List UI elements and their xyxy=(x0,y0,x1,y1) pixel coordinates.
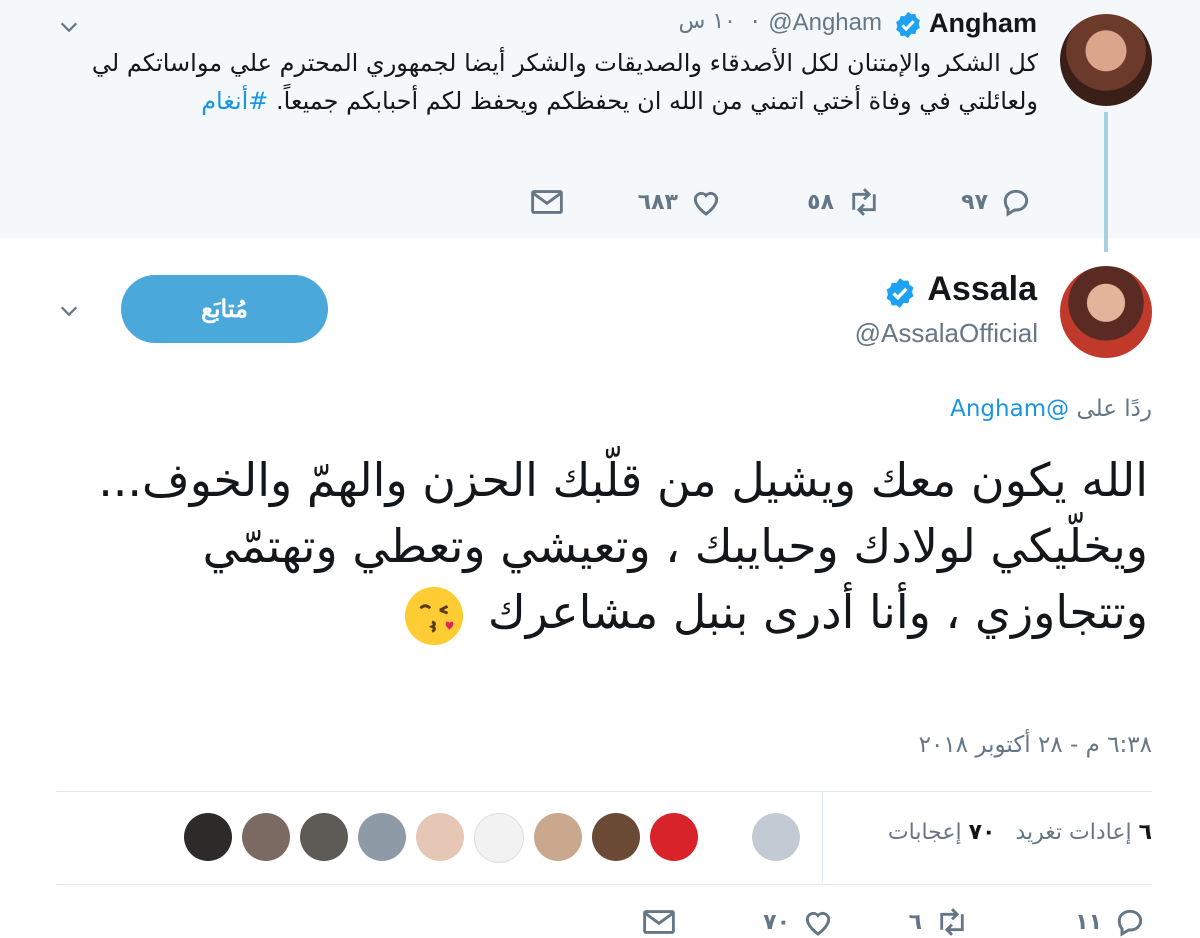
tweet-timestamp[interactable]: ٦:٣٨ م - ٢٨ أكتوبر ٢٠١٨ xyxy=(919,732,1152,758)
stats-divider xyxy=(822,792,823,882)
more-chevron-down-icon[interactable] xyxy=(58,16,80,42)
parent-dm-action[interactable] xyxy=(530,186,564,218)
parent-retweet-count: ٥٨ xyxy=(807,189,834,215)
liker-avatar[interactable] xyxy=(650,813,698,861)
reply-icon xyxy=(1117,909,1143,937)
heart-icon xyxy=(693,191,719,216)
parent-handle[interactable]: @Angham xyxy=(768,9,882,37)
hashtag-link[interactable]: #أنغام xyxy=(201,87,268,115)
engagement-stats: ٦ إعادات تغريد ٧٠ إعجابات xyxy=(888,820,1152,845)
parent-like-count: ٦٨٣ xyxy=(637,189,678,215)
liker-avatar[interactable] xyxy=(592,813,640,861)
liker-avatar[interactable] xyxy=(300,813,348,861)
main-text-body: الله يكون معك ويشيل من قلّبك الحزن والهم… xyxy=(98,453,1148,639)
thread-connector-line xyxy=(1104,112,1108,252)
parent-like-action[interactable]: ٦٨٣ xyxy=(638,186,722,218)
parent-tweet[interactable]: Angham @Angham · ١٠ س كل الشكر والإمتنان… xyxy=(0,0,1200,238)
retweet-icon xyxy=(852,188,876,216)
reply-icon xyxy=(1003,189,1029,217)
verified-badge-icon xyxy=(883,276,917,314)
separator-dot: · xyxy=(751,8,759,36)
parent-tweet-text: كل الشكر والإمتنان لكل الأصدقاء والصديقا… xyxy=(48,44,1038,120)
retweets-label: إعادات تغريد xyxy=(1015,820,1132,845)
like-action[interactable]: ٧٠ xyxy=(763,906,834,938)
verified-badge-icon xyxy=(893,10,923,44)
envelope-icon xyxy=(531,190,563,214)
liker-avatar[interactable] xyxy=(242,813,290,861)
parent-display-name[interactable]: Angham xyxy=(929,8,1037,39)
reply-count: ١١ xyxy=(1075,909,1102,935)
reply-prefix: ردًا على xyxy=(1076,396,1152,422)
parent-reply-action[interactable]: ٩٧ xyxy=(961,186,1032,218)
like-count: ٧٠ xyxy=(763,909,790,935)
replying-to: ردًا على @Angham xyxy=(950,396,1152,422)
assala-avatar[interactable] xyxy=(1060,266,1152,358)
likes-count: ٧٠ xyxy=(968,820,996,845)
likes-stat[interactable]: ٧٠ إعجابات xyxy=(888,820,996,845)
more-chevron-down-icon[interactable] xyxy=(58,300,80,326)
angham-avatar[interactable] xyxy=(1060,14,1152,106)
heart-icon xyxy=(805,911,831,936)
retweets-stat[interactable]: ٦ إعادات تغريد xyxy=(1015,820,1152,845)
retweet-count: ٦ xyxy=(908,909,922,935)
following-button[interactable]: مُتابَع xyxy=(121,275,328,343)
envelope-icon xyxy=(643,910,675,934)
liker-avatar[interactable] xyxy=(534,813,582,861)
retweet-icon xyxy=(940,908,964,936)
retweet-action[interactable]: ٦ xyxy=(909,906,970,938)
retweets-count: ٦ xyxy=(1138,820,1152,845)
main-display-name[interactable]: Assala xyxy=(927,270,1037,309)
main-handle[interactable]: @AssalaOfficial xyxy=(855,318,1038,349)
default-avatar-icon[interactable] xyxy=(752,813,800,861)
reply-mention-link[interactable]: @Angham xyxy=(950,396,1069,422)
liker-avatar[interactable] xyxy=(184,813,232,861)
main-tweet-text: الله يكون معك ويشيل من قلّبك الحزن والهم… xyxy=(48,447,1148,647)
divider xyxy=(56,884,1152,885)
dm-action[interactable] xyxy=(642,906,676,938)
parent-time[interactable]: ١٠ س xyxy=(679,9,737,34)
parent-retweet-action[interactable]: ٥٨ xyxy=(807,186,882,218)
likes-label: إعجابات xyxy=(887,820,962,845)
parent-reply-count: ٩٧ xyxy=(961,189,988,215)
liker-avatar[interactable] xyxy=(358,813,406,861)
likers-avatars xyxy=(184,813,800,863)
divider xyxy=(56,791,1152,792)
liker-avatar[interactable] xyxy=(474,813,524,863)
kissing-face-emoji-icon xyxy=(405,586,464,645)
reply-action[interactable]: ١١ xyxy=(1075,906,1146,938)
liker-avatar[interactable] xyxy=(416,813,464,861)
